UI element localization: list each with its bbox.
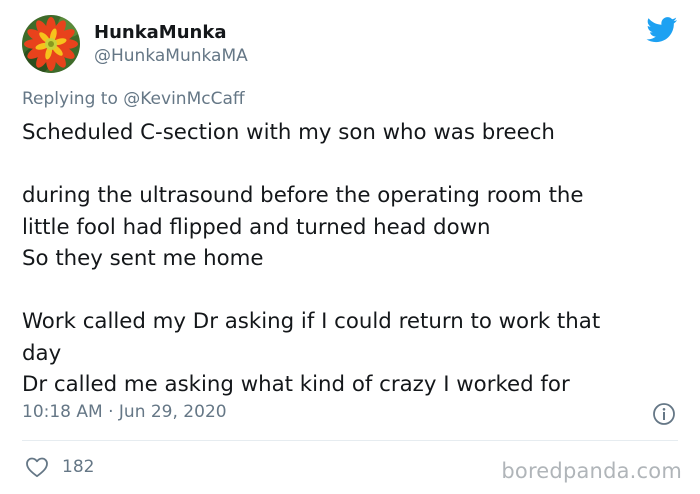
watermark: boredpanda.com [501,459,682,483]
author-handle[interactable]: @HunkaMunkaMA [94,46,248,66]
info-glyph [653,403,675,425]
tweet-line: Dr called me asking what kind of crazy I… [22,372,570,397]
tweet-timestamp[interactable]: 10:18 AM · Jun 29, 2020 [22,402,227,422]
info-icon[interactable] [652,402,676,426]
heart-icon[interactable] [25,456,49,478]
author-name[interactable]: HunkaMunka [94,22,226,44]
reply-handle-link[interactable]: @KevinMcCaff [123,89,244,109]
tweet-line: day [22,340,62,366]
tweet-line: Scheduled C-section with my son who was … [22,120,555,145]
like-count: 182 [62,457,95,477]
tweet-text: Scheduled C-section with my son who was … [22,117,687,401]
avatar-flower-image [22,15,80,73]
heart-glyph [26,457,48,478]
divider [22,440,678,441]
tweet-line: little fool had flipped and turned head … [22,214,491,240]
twitter-bird-icon[interactable] [646,17,678,43]
replying-to-label: Replying to [22,89,118,109]
tweet-line: during the ultrasound before the operati… [22,183,584,208]
tweet-line: So they sent me home [22,246,264,271]
tweet-line: Work called my Dr asking if I could retu… [22,309,601,334]
avatar[interactable] [22,15,80,73]
twitter-bird-glyph [646,17,678,43]
replying-to: Replying to @KevinMcCaff [22,89,245,109]
